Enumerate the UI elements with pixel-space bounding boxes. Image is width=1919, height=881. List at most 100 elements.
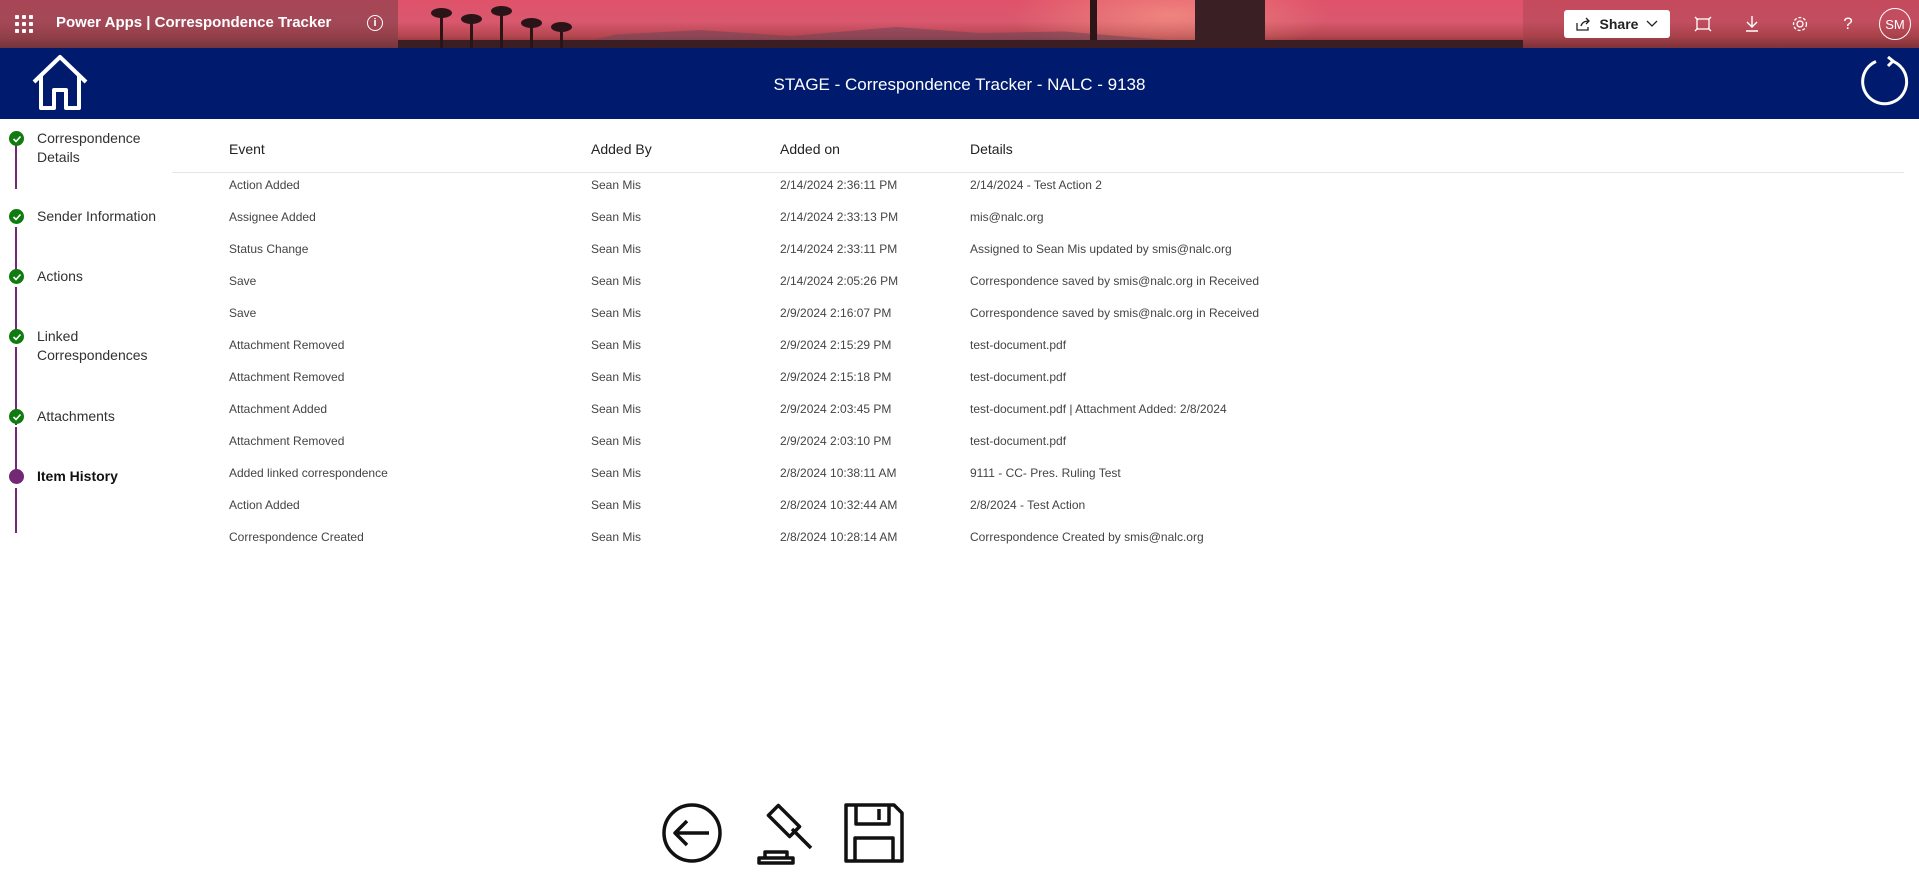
details-cell: 9111 - CC- Pres. Ruling Test bbox=[970, 466, 1121, 480]
info-icon[interactable]: i bbox=[367, 15, 383, 31]
details-cell: Correspondence Created by smis@nalc.org bbox=[970, 530, 1204, 544]
share-button[interactable]: Share bbox=[1564, 10, 1670, 38]
details-cell: test-document.pdf bbox=[970, 370, 1067, 384]
table-row[interactable]: Added linked correspondence Sean Mis 2/8/2… bbox=[172, 458, 1904, 490]
step-label: Item History bbox=[37, 468, 118, 484]
event-cell: Action Added bbox=[229, 178, 300, 192]
event-cell: Action Added bbox=[229, 498, 300, 512]
step-connector bbox=[15, 142, 17, 189]
table-row[interactable]: Save Sean Mis 2/14/2024 2:05:26 PM Correspo… bbox=[172, 266, 1904, 298]
step-label: Linked Correspondences bbox=[37, 328, 148, 363]
details-cell: test-document.pdf bbox=[970, 434, 1067, 448]
table-row[interactable]: Assignee Added Sean Mis 2/14/2024 2:33:13 … bbox=[172, 202, 1904, 234]
event-cell: Correspondence Created bbox=[229, 530, 364, 544]
event-cell: Attachment Removed bbox=[229, 434, 345, 448]
added-by-cell: Sean Mis bbox=[591, 306, 642, 320]
added-by-cell: Sean Mis bbox=[591, 402, 642, 416]
event-cell: Attachment Removed bbox=[229, 338, 345, 352]
table-row[interactable]: Save Sean Mis 2/9/2024 2:16:07 PM Correspon… bbox=[172, 298, 1904, 330]
share-icon bbox=[1575, 17, 1590, 31]
details-cell: 2/14/2024 - Test Action 2 bbox=[970, 178, 1102, 192]
refresh-icon[interactable] bbox=[1858, 56, 1910, 108]
column-header-added-on: Added on bbox=[780, 141, 840, 157]
added-on-cell: 2/8/2024 10:32:44 AM bbox=[780, 498, 898, 512]
event-cell: Attachment Removed bbox=[229, 370, 345, 384]
palm-tree bbox=[521, 18, 542, 48]
added-on-cell: 2/9/2024 2:03:45 PM bbox=[780, 402, 892, 416]
added-by-cell: Sean Mis bbox=[591, 498, 642, 512]
event-cell: Status Change bbox=[229, 242, 309, 256]
table-row[interactable]: Attachment Added Sean Mis 2/9/2024 2:03:45… bbox=[172, 394, 1904, 426]
details-cell: test-document.pdf | Attachment Added: 2/… bbox=[970, 402, 1227, 416]
column-header-added-by: Added By bbox=[591, 141, 652, 157]
table-row[interactable]: Attachment Removed Sean Mis 2/9/2024 2:15:… bbox=[172, 330, 1904, 362]
added-by-cell: Sean Mis bbox=[591, 242, 642, 256]
column-header-details: Details bbox=[970, 141, 1013, 157]
event-cell: Save bbox=[229, 306, 257, 320]
check-icon bbox=[9, 131, 24, 146]
step-connector bbox=[15, 427, 17, 472]
event-cell: Assignee Added bbox=[229, 210, 316, 224]
fit-to-screen-icon[interactable] bbox=[1692, 13, 1714, 35]
palm-tree bbox=[491, 6, 512, 48]
added-on-cell: 2/8/2024 10:38:11 AM bbox=[780, 466, 897, 480]
event-cell: Attachment Added bbox=[229, 402, 328, 416]
event-cell: Added linked correspondence bbox=[229, 466, 388, 480]
details-cell: Correspondence saved by smis@nalc.org in… bbox=[970, 306, 1259, 320]
details-cell: Correspondence saved by smis@nalc.org in… bbox=[970, 274, 1259, 288]
page-title: STAGE - Correspondence Tracker - NALC - … bbox=[773, 75, 1146, 94]
check-icon bbox=[9, 269, 24, 284]
table-row[interactable]: Attachment Removed Sean Mis 2/9/2024 2:15:… bbox=[172, 362, 1904, 394]
details-cell: Assigned to Sean Mis updated by smis@nal… bbox=[970, 242, 1232, 256]
step-label: Actions bbox=[37, 268, 83, 284]
help-question-icon[interactable]: ? bbox=[1837, 13, 1859, 35]
palm-tree bbox=[551, 22, 572, 48]
added-by-cell: Sean Mis bbox=[591, 466, 642, 480]
user-avatar[interactable]: SM bbox=[1879, 8, 1911, 40]
gavel-icon[interactable] bbox=[755, 800, 821, 866]
table-row[interactable]: Action Added Sean Mis 2/8/2024 10:32:44 AM… bbox=[172, 490, 1904, 522]
details-cell: mis@nalc.org bbox=[970, 210, 1044, 224]
added-by-cell: Sean Mis bbox=[591, 274, 642, 288]
added-on-cell: 2/14/2024 2:33:13 PM bbox=[780, 210, 899, 224]
download-icon[interactable] bbox=[1741, 13, 1763, 35]
settings-gear-icon[interactable] bbox=[1789, 13, 1811, 35]
table-row[interactable]: Status Change Sean Mis 2/14/2024 2:33:11 P… bbox=[172, 234, 1904, 266]
added-by-cell: Sean Mis bbox=[591, 530, 642, 544]
added-on-cell: 2/14/2024 2:36:11 PM bbox=[780, 178, 898, 192]
added-by-cell: Sean Mis bbox=[591, 210, 642, 224]
step-connector bbox=[15, 488, 17, 533]
app-title: Power Apps | Correspondence Tracker bbox=[56, 14, 332, 31]
table-row[interactable]: Action Added Sean Mis 2/14/2024 2:36:11 PM… bbox=[172, 170, 1904, 202]
step-connector bbox=[15, 227, 17, 271]
background-ground bbox=[398, 40, 1523, 48]
step-label: Sender Information bbox=[37, 208, 157, 224]
palm-tree bbox=[461, 14, 482, 48]
power-apps-topbar: Power Apps | Correspondence Tracker i Sh… bbox=[0, 0, 1919, 48]
save-floppy-icon[interactable] bbox=[841, 800, 907, 866]
step-label: Attachments bbox=[37, 408, 115, 424]
added-on-cell: 2/14/2024 2:05:26 PM bbox=[780, 274, 899, 288]
added-on-cell: 2/14/2024 2:33:11 PM bbox=[780, 242, 898, 256]
palm-tree bbox=[431, 8, 452, 48]
details-cell: test-document.pdf bbox=[970, 338, 1067, 352]
added-by-cell: Sean Mis bbox=[591, 178, 642, 192]
table-header: Event Added By Added on Details bbox=[172, 130, 1904, 173]
table-row[interactable]: Attachment Removed Sean Mis 2/9/2024 2:03:… bbox=[172, 426, 1904, 458]
added-by-cell: Sean Mis bbox=[591, 434, 642, 448]
added-on-cell: 2/9/2024 2:15:18 PM bbox=[780, 370, 892, 384]
apps-waffle-icon[interactable] bbox=[15, 15, 33, 33]
current-step-dot-icon bbox=[9, 469, 24, 484]
chevron-down-icon bbox=[1646, 20, 1658, 27]
added-on-cell: 2/9/2024 2:03:10 PM bbox=[780, 434, 892, 448]
check-icon bbox=[9, 209, 24, 224]
details-cell: 2/8/2024 - Test Action bbox=[970, 498, 1086, 512]
added-on-cell: 2/9/2024 2:15:29 PM bbox=[780, 338, 892, 352]
back-arrow-icon[interactable] bbox=[659, 800, 725, 866]
check-icon bbox=[9, 409, 24, 424]
table-row[interactable]: Correspondence Created Sean Mis 2/8/2024 1… bbox=[172, 522, 1904, 554]
added-by-cell: Sean Mis bbox=[591, 370, 642, 384]
share-label: Share bbox=[1599, 16, 1639, 32]
step-connector bbox=[15, 287, 17, 331]
event-cell: Save bbox=[229, 274, 257, 288]
